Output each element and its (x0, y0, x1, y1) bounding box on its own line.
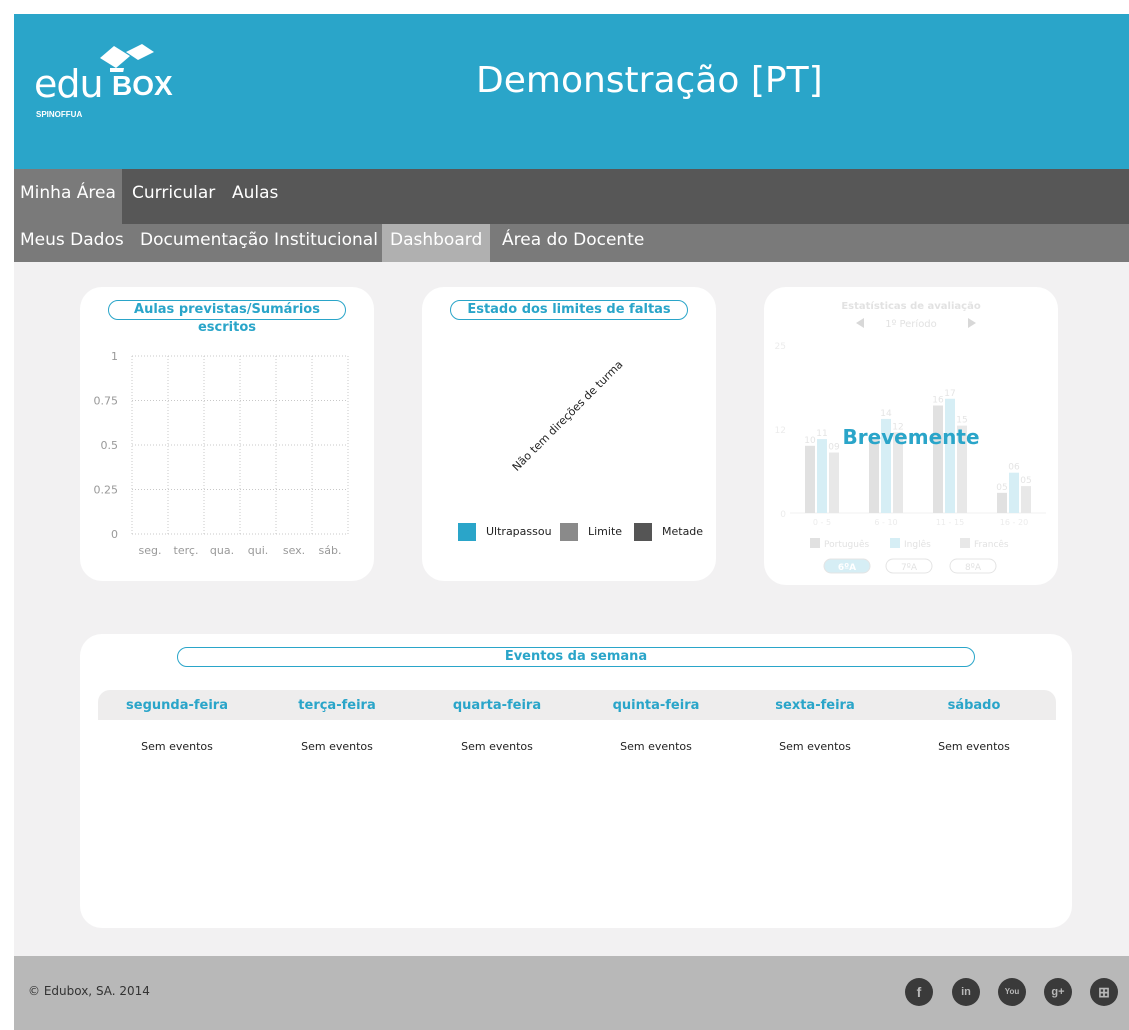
legend-limite: Limite (588, 525, 623, 538)
aulas-card: Aulas previstas/Sumários escritos 1 0.75 0… (80, 287, 374, 581)
site-header: edu BOX SPINOFFUA Demonstração [PT] (14, 14, 1129, 169)
day-events-sabado: Sem eventos (938, 740, 1010, 753)
y-tick-label: 0.5 (101, 439, 119, 452)
faltas-card: Estado dos limites de faltas Não tem dir… (422, 287, 716, 581)
day-events-sexta: Sem eventos (779, 740, 851, 753)
faltas-card-title: Estado dos limites de faltas (450, 300, 688, 320)
linkedin-icon[interactable]: in (952, 978, 980, 1006)
legend-metade-swatch (634, 523, 652, 541)
x-tick-label: 0 - 5 (813, 518, 831, 527)
legend-label: Português (824, 539, 870, 550)
nav-minha-area[interactable]: Minha Área (14, 169, 122, 224)
y-tick-label: 0.75 (94, 395, 119, 408)
day-events-segunda: Sem eventos (141, 740, 213, 753)
x-tick-label: 6 - 10 (874, 518, 897, 527)
period-label: 1º Período (885, 318, 937, 330)
bar (997, 492, 1007, 513)
day-header-sabado: sábado (947, 698, 1001, 713)
bar (829, 452, 839, 513)
legend-label: Inglês (904, 539, 931, 550)
x-tick-label: sex. (283, 544, 305, 557)
x-tick-label: seg. (139, 544, 162, 557)
legend-ultrapassou: Ultrapassou (486, 525, 552, 538)
legend-metade: Metade (662, 525, 704, 538)
x-tick-label: 16 - 20 (1000, 518, 1028, 527)
y-tick-label: 0 (780, 510, 786, 520)
copyright: © Edubox, SA. 2014 (28, 984, 150, 998)
bar (945, 398, 955, 513)
day-header-quarta: quarta-feira (452, 698, 542, 713)
secondary-nav: Meus Dados Documentação Institucional Da… (14, 224, 1129, 262)
bar-data-label: 14 (880, 409, 892, 419)
day-events-terca: Sem eventos (301, 740, 373, 753)
day-header-terca: terça-feira (298, 698, 376, 713)
y-tick-label: 0.25 (94, 484, 119, 497)
next-period-icon[interactable] (968, 318, 976, 328)
nav-meus-dados[interactable]: Meus Dados (20, 224, 124, 262)
y-tick-label: 0 (111, 528, 118, 541)
bar (933, 405, 943, 513)
dashboard-content: Aulas previstas/Sumários escritos 1 0.75 0… (14, 262, 1129, 956)
x-tick-label: qui. (248, 544, 269, 557)
x-tick-label: terç. (174, 544, 199, 557)
x-tick-label: qua. (210, 544, 234, 557)
legend-swatch (890, 538, 900, 548)
day-header-quinta: quinta-feira (612, 698, 700, 713)
estatisticas-title: Estatísticas de avaliação (841, 300, 981, 312)
bar-data-label: 05 (996, 483, 1007, 493)
day-events-quarta: Sem eventos (461, 740, 533, 753)
bar-data-label: 05 (1020, 476, 1031, 486)
day-header-segunda: segunda-feira (126, 698, 228, 713)
nav-dashboard[interactable]: Dashboard (382, 224, 491, 262)
windows-icon[interactable]: ⊞ (1090, 978, 1118, 1006)
bar (1021, 486, 1031, 513)
bar (1009, 472, 1019, 513)
nav-aulas[interactable]: Aulas (232, 169, 278, 224)
faltas-message: Não tem direções de turma (509, 358, 626, 474)
page-title: Demonstração [PT] (476, 60, 823, 101)
day-header-sexta: sexta-feira (775, 698, 855, 713)
bar (805, 445, 815, 513)
google-plus-icon[interactable]: g+ (1044, 978, 1072, 1006)
class-pill-label: 7ºA (901, 563, 918, 573)
bar-data-label: 16 (932, 395, 944, 405)
class-pill-label: 8ºA (965, 563, 982, 573)
bar (817, 439, 827, 513)
events-title: Eventos da semana (177, 647, 975, 667)
site-footer: © Edubox, SA. 2014 f in You g+ ⊞ (14, 956, 1129, 1030)
day-events-quinta: Sem eventos (620, 740, 692, 753)
logo-subtitle: SPINOFFUA (36, 110, 83, 119)
y-tick-label: 1 (111, 350, 118, 363)
nav-documentacao[interactable]: Documentação Institucional (140, 224, 378, 262)
legend-label: Francês (974, 539, 1009, 550)
bar (869, 439, 879, 513)
x-tick-label: sáb. (319, 544, 342, 557)
nav-curricular[interactable]: Curricular (132, 169, 215, 224)
logo-edu: edu (34, 62, 104, 106)
x-tick-label: 11 - 15 (936, 518, 964, 527)
class-pill-label: 6ºA (838, 563, 856, 573)
logo-box: BOX (112, 70, 173, 101)
legend-ultrapassou-swatch (458, 523, 476, 541)
bar-data-label: 17 (944, 389, 955, 399)
legend-swatch (960, 538, 970, 548)
prev-period-icon[interactable] (856, 318, 864, 328)
legend-limite-swatch (560, 523, 578, 541)
legend-swatch (810, 538, 820, 548)
primary-nav: Minha Área Curricular Aulas (14, 169, 1129, 224)
y-tick-label: 25 (775, 342, 786, 352)
estatisticas-card: Estatísticas de avaliação 1º Período 25 1… (764, 287, 1058, 585)
youtube-icon[interactable]: You (998, 978, 1026, 1006)
brevemente-overlay: Brevemente (842, 425, 980, 449)
bar-data-label: 06 (1008, 463, 1020, 473)
box-lid-icon (100, 44, 154, 72)
facebook-icon[interactable]: f (905, 978, 933, 1006)
edubox-logo[interactable]: edu BOX SPINOFFUA (34, 42, 194, 122)
nav-area-docente[interactable]: Área do Docente (502, 224, 644, 262)
aulas-chart: 1 0.75 0.5 0.25 0 seg. terç. qua. qui. sex. sáb. (94, 350, 349, 557)
events-card: Eventos da semana segunda-feira terça-fe… (80, 634, 1072, 928)
